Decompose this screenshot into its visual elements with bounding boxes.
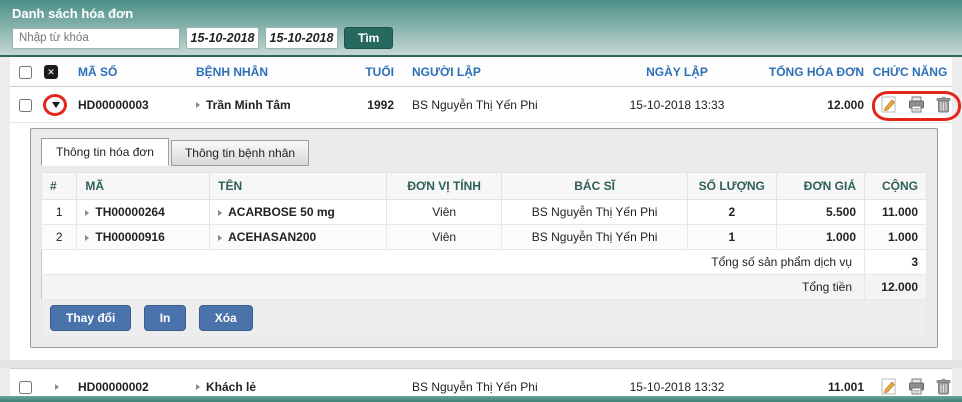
- item-doctor: BS Nguyễn Thị Yến Phi: [502, 200, 688, 225]
- col-line-total: CỘNG: [865, 173, 927, 200]
- delete-button[interactable]: Xóa: [199, 305, 253, 331]
- invoice-total: 12.000: [760, 87, 868, 123]
- invoice-table-card: ✕ MÃ SỐ BỆNH NHÂN TUỔI NGƯỜI LẬP NGÀY LẬ…: [10, 57, 952, 360]
- chevron-down-icon[interactable]: [52, 102, 60, 108]
- clear-selection-icon[interactable]: ✕: [44, 65, 58, 79]
- item-unit: Viên: [387, 225, 502, 250]
- item-doctor: BS Nguyễn Thị Yến Phi: [502, 225, 688, 250]
- delete-icon[interactable]: [935, 96, 952, 113]
- detail-tabs: Thông tin hóa đơn Thông tin bệnh nhân: [41, 138, 927, 166]
- col-tong-hoa-don: TỔNG HÓA ĐƠN: [760, 57, 868, 87]
- tab-patient-info[interactable]: Thông tin bệnh nhân: [171, 140, 309, 166]
- expand-toggle[interactable]: [44, 95, 68, 115]
- item-index: 2: [42, 225, 77, 250]
- creator-name: BS Nguyễn Thị Yến Phi: [398, 87, 594, 123]
- item-index: 1: [42, 200, 77, 225]
- invoice-code: HD00000003: [74, 87, 192, 123]
- invoice-detail-area: Thông tin hóa đơn Thông tin bệnh nhân # …: [10, 123, 952, 360]
- col-unit: ĐƠN VỊ TÍNH: [387, 173, 502, 200]
- item-row-2[interactable]: 2 TH00000916 ACEHASAN200 Viên BS Nguyễn …: [42, 225, 927, 250]
- edit-icon[interactable]: [881, 96, 898, 113]
- edit-icon[interactable]: [881, 378, 898, 395]
- date-to-field[interactable]: [265, 27, 338, 49]
- col-unit-price: ĐƠN GIÁ: [776, 173, 865, 200]
- page-header: Danh sách hóa đơn Tìm: [0, 0, 962, 57]
- patient-name: Trần Minh Tâm: [206, 98, 291, 112]
- col-nguoi-lap: NGƯỜI LẬP: [398, 57, 594, 87]
- item-code: TH00000264: [95, 205, 164, 219]
- patient-name: Khách lẻ: [206, 380, 256, 394]
- item-unit: Viên: [387, 200, 502, 225]
- select-all-checkbox[interactable]: [19, 66, 32, 79]
- item-row-1[interactable]: 1 TH00000264 ACARBOSE 50 mg Viên BS Nguy…: [42, 200, 927, 225]
- print-icon[interactable]: [908, 96, 925, 113]
- row-marker-icon: [218, 210, 222, 216]
- summary-total-value: 12.000: [865, 275, 927, 300]
- search-input[interactable]: [12, 28, 180, 49]
- summary-count-label: Tổng số sản phẩm dịch vụ: [42, 250, 865, 275]
- section-gap: [0, 360, 962, 368]
- row-actions: [872, 93, 961, 116]
- row-marker-icon: [196, 384, 200, 390]
- search-bar: Tìm: [12, 27, 950, 49]
- items-table-header: # MÃ TÊN ĐƠN VỊ TÍNH BÁC SĨ SỐ LƯỢNG ĐƠN…: [42, 173, 927, 200]
- bottom-teal-bar: [0, 396, 962, 402]
- item-line-total: 11.000: [865, 200, 927, 225]
- summary-row-total: Tổng tiền 12.000: [42, 275, 927, 300]
- print-button[interactable]: In: [144, 305, 187, 331]
- item-name: ACARBOSE 50 mg: [228, 205, 335, 219]
- search-button[interactable]: Tìm: [344, 27, 393, 49]
- item-line-total: 1.000: [865, 225, 927, 250]
- col-ngay-lap: NGÀY LẬP: [594, 57, 760, 87]
- col-quantity: SỐ LƯỢNG: [688, 173, 777, 200]
- col-chuc-nang: CHỨC NĂNG: [868, 57, 952, 87]
- col-ma-so: MÃ SỐ: [74, 57, 192, 87]
- tab-invoice-info[interactable]: Thông tin hóa đơn: [41, 138, 169, 166]
- row-checkbox[interactable]: [19, 99, 32, 112]
- item-name: ACEHASAN200: [228, 230, 316, 244]
- item-quantity: 2: [688, 200, 777, 225]
- item-unit-price: 5.500: [776, 200, 865, 225]
- row-marker-icon: [196, 102, 200, 108]
- summary-total-label: Tổng tiền: [42, 275, 865, 300]
- col-benh-nhan: BỆNH NHÂN: [192, 57, 340, 87]
- row-marker-icon: [55, 384, 59, 390]
- invoice-table-header: ✕ MÃ SỐ BỆNH NHÂN TUỔI NGƯỜI LẬP NGÀY LẬ…: [10, 57, 952, 87]
- invoice-list-page: Danh sách hóa đơn Tìm ✕ MÃ SỐ BỆNH NHÂN …: [0, 0, 962, 402]
- invoice-row-1[interactable]: HD00000003 Trần Minh Tâm 1992 BS Nguyễn …: [10, 87, 952, 123]
- created-date: 15-10-2018 13:33: [594, 87, 760, 123]
- item-quantity: 1: [688, 225, 777, 250]
- change-button[interactable]: Thay đổi: [50, 305, 131, 331]
- detail-buttons-row: Thay đổi In Xóa: [42, 300, 927, 337]
- col-tuoi: TUỔI: [340, 57, 398, 87]
- invoice-table: ✕ MÃ SỐ BỆNH NHÂN TUỔI NGƯỜI LẬP NGÀY LẬ…: [10, 57, 952, 123]
- page-title: Danh sách hóa đơn: [12, 6, 950, 21]
- col-item-name: TÊN: [210, 173, 387, 200]
- col-doctor: BÁC SĨ: [502, 173, 688, 200]
- invoice-detail-panel: Thông tin hóa đơn Thông tin bệnh nhân # …: [30, 128, 938, 348]
- row-marker-icon: [218, 235, 222, 241]
- invoice-items-table: # MÃ TÊN ĐƠN VỊ TÍNH BÁC SĨ SỐ LƯỢNG ĐƠN…: [41, 172, 927, 337]
- item-unit-price: 1.000: [776, 225, 865, 250]
- patient-year: 1992: [340, 87, 398, 123]
- row-checkbox[interactable]: [19, 381, 32, 394]
- item-code: TH00000916: [95, 230, 164, 244]
- summary-row-count: Tổng số sản phẩm dịch vụ 3: [42, 250, 927, 275]
- row-marker-icon: [85, 210, 89, 216]
- delete-icon[interactable]: [935, 378, 952, 395]
- date-from-field[interactable]: [186, 27, 259, 49]
- col-item-code: MÃ: [77, 173, 210, 200]
- col-index: #: [42, 173, 77, 200]
- row-marker-icon: [85, 235, 89, 241]
- print-icon[interactable]: [908, 378, 925, 395]
- row-actions: [872, 375, 961, 398]
- summary-count-value: 3: [865, 250, 927, 275]
